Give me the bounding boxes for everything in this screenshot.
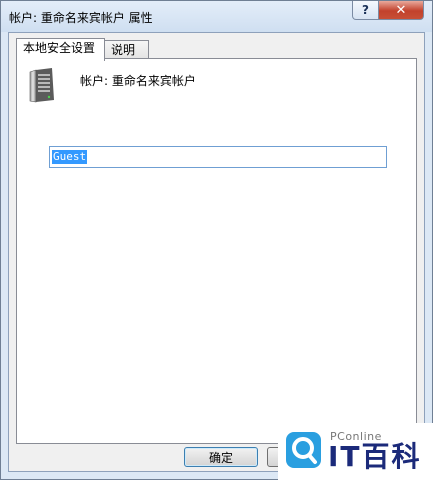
- tab-label: 说明: [111, 43, 136, 57]
- ok-button[interactable]: 确定: [184, 447, 258, 467]
- tab-local-security-setting[interactable]: 本地安全设置: [16, 38, 105, 61]
- tab-panel: 帐户: 重命名来宾帐户 Guest: [16, 58, 417, 444]
- watermark-big-text: IT百科: [328, 440, 422, 473]
- window-title: 帐户: 重命名来宾帐户 属性: [9, 11, 153, 25]
- pconline-logo-icon: [285, 431, 323, 474]
- account-name-label: 帐户: 重命名来宾帐户: [80, 74, 196, 88]
- tab-label: 本地安全设置: [23, 41, 96, 55]
- server-icon: [28, 68, 56, 107]
- selected-text: Guest: [52, 150, 88, 164]
- close-button[interactable]: ✕: [378, 1, 424, 20]
- account-name-input[interactable]: Guest: [49, 146, 387, 168]
- dialog-client-area: 本地安全设置 说明 帐户: 重命名来宾帐户 Guest 确定: [8, 32, 425, 472]
- title-bar[interactable]: 帐户: 重命名来宾帐户 属性 ? ✕: [1, 1, 432, 32]
- properties-window: 帐户: 重命名来宾帐户 属性 ? ✕ 本地安全设置 说明 帐户: 重命名来宾帐户…: [0, 0, 433, 480]
- watermark: PConline IT百科: [278, 423, 433, 480]
- help-button[interactable]: ?: [352, 1, 379, 20]
